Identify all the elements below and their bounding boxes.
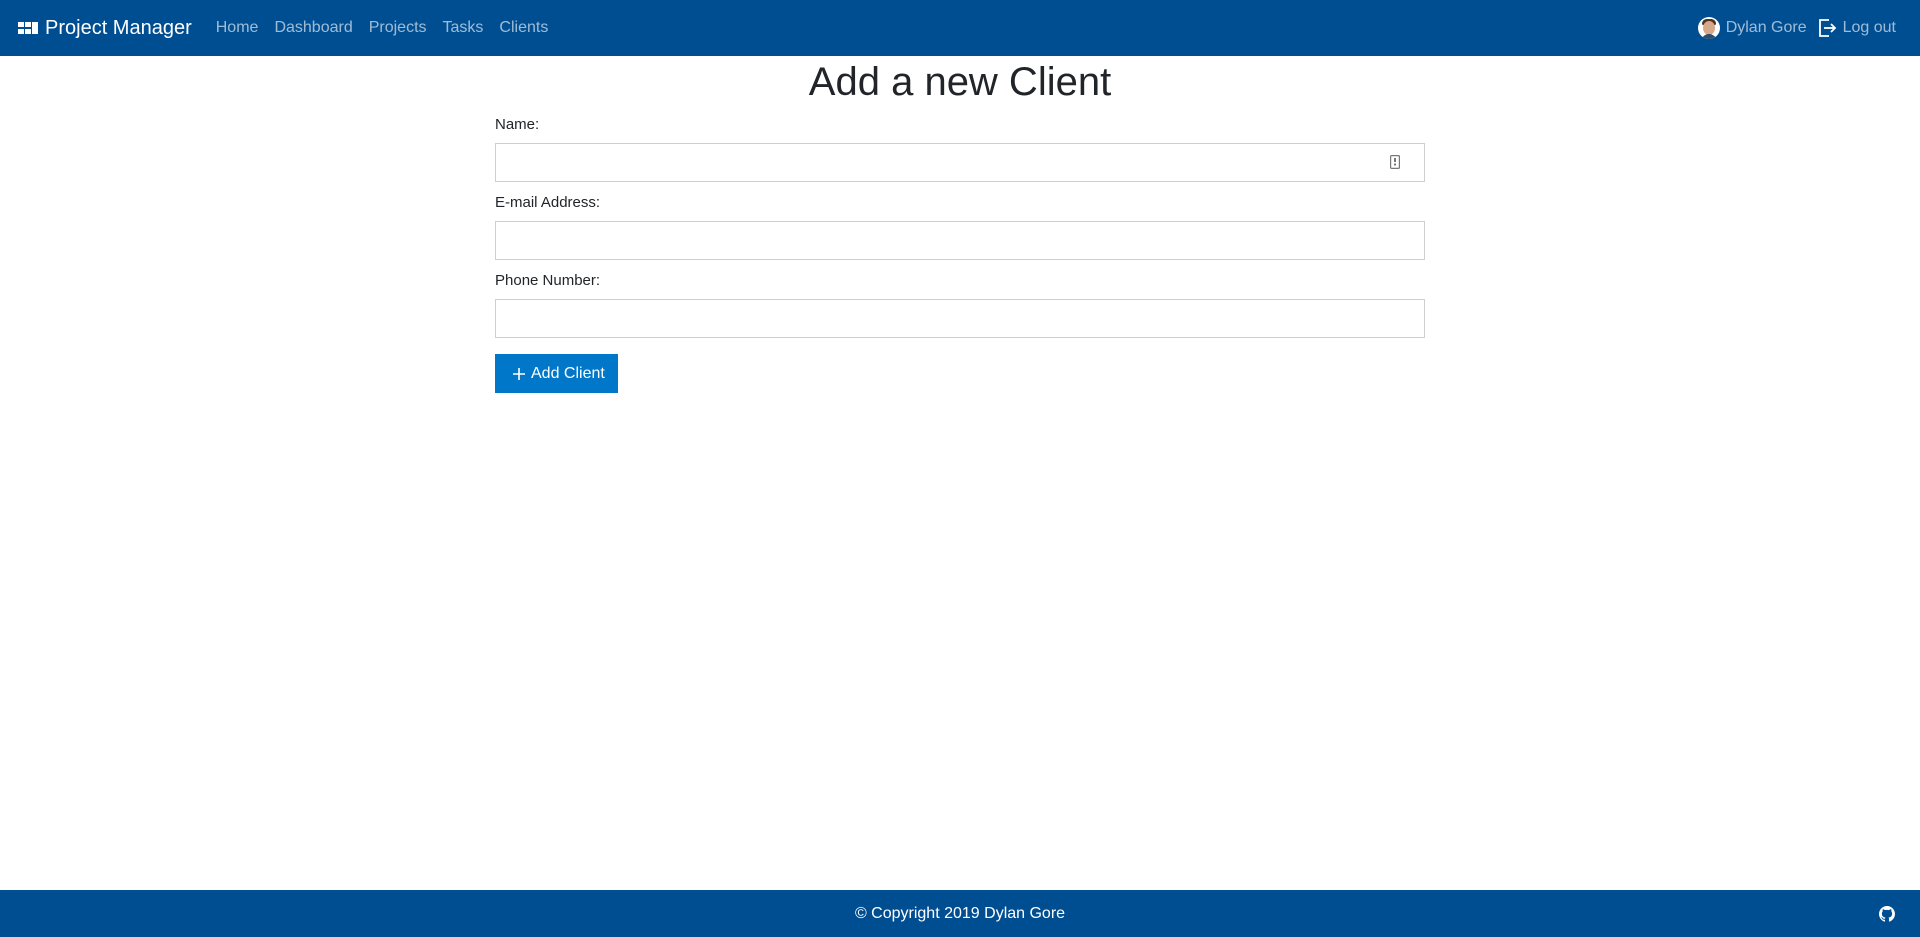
logout-label: Log out (1842, 19, 1896, 36)
avatar (1697, 17, 1720, 39)
user-profile-link[interactable]: Dylan Gore (1697, 17, 1807, 39)
user-name: Dylan Gore (1725, 19, 1807, 36)
contact-card-icon[interactable] (1390, 155, 1400, 169)
page-title: Add a new Client (808, 60, 1112, 104)
main-content: Add a new Client Name: E-mail Address: P… (495, 56, 1425, 393)
dashboard-icon (18, 22, 38, 34)
phone-label: Phone Number: (495, 272, 601, 289)
nav-link-home[interactable]: Home (216, 19, 259, 37)
email-form-group: E-mail Address: (495, 194, 1425, 260)
logout-link[interactable]: Log out (1817, 18, 1896, 38)
email-input[interactable] (495, 221, 1425, 260)
logout-icon (1818, 19, 1836, 37)
add-client-label: Add Client (531, 364, 605, 382)
brand-link[interactable]: Project Manager (18, 17, 192, 40)
name-form-group: Name: (495, 116, 1425, 182)
brand-title: Project Manager (45, 16, 192, 39)
github-icon[interactable] (1879, 906, 1895, 922)
plus-icon (513, 367, 525, 380)
name-label: Name: (495, 116, 540, 133)
nav-links: Home Dashboard Projects Tasks Clients (216, 19, 565, 37)
name-input-wrap (495, 143, 1425, 182)
add-client-button[interactable]: Add Client (495, 354, 618, 393)
phone-input[interactable] (495, 299, 1425, 338)
nav-right: Dylan Gore Log out (1697, 17, 1896, 39)
nav-link-projects[interactable]: Projects (369, 19, 427, 37)
top-navbar: Project Manager Home Dashboard Projects … (0, 0, 1920, 56)
name-input[interactable] (495, 143, 1425, 182)
footer: © Copyright 2019 Dylan Gore (0, 890, 1920, 937)
nav-link-tasks[interactable]: Tasks (443, 19, 484, 37)
phone-form-group: Phone Number: (495, 272, 1425, 338)
copyright-text: © Copyright 2019 Dylan Gore (854, 904, 1066, 922)
nav-link-clients[interactable]: Clients (499, 19, 548, 37)
nav-link-dashboard[interactable]: Dashboard (274, 19, 352, 37)
email-label: E-mail Address: (495, 194, 601, 211)
